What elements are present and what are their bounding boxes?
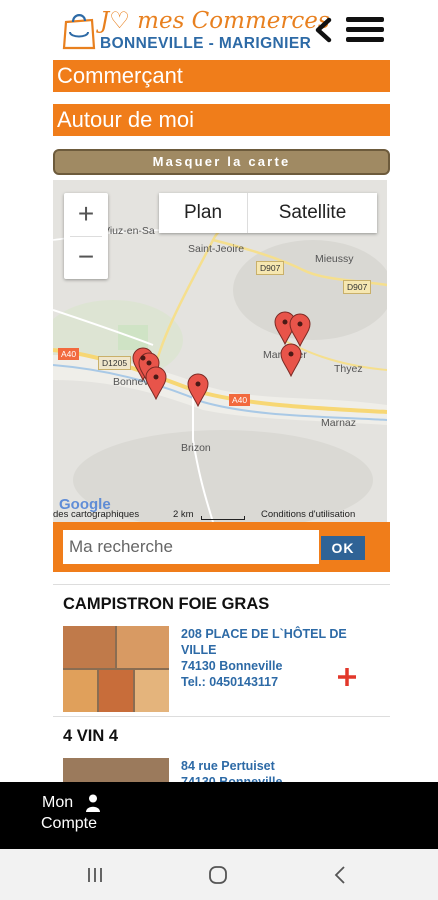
store-address: 208 PLACE DE L`HÔTEL DE VILLE 74130 Bonn… — [181, 626, 347, 690]
logo-title: J♡ mes Commerces — [100, 8, 330, 34]
zoom-out-button[interactable]: − — [64, 236, 108, 279]
zoom-in-button[interactable]: + — [64, 193, 108, 236]
store-thumbnail[interactable] — [63, 626, 169, 712]
system-navigation-bar — [0, 849, 438, 900]
map-view[interactable]: Viuz-en-Sa Saint-Jeoire Mieussy Bonnevil… — [53, 180, 387, 522]
chevron-left-icon[interactable] — [312, 16, 334, 44]
account-label-2[interactable]: Compte — [41, 815, 97, 833]
map-type-plan-button[interactable]: Plan — [159, 193, 247, 233]
map-marker — [289, 313, 311, 347]
map-type-control: Plan Satellite — [159, 193, 377, 233]
map-scale-bar — [201, 516, 245, 520]
around-me-button[interactable]: Autour de moi — [53, 104, 390, 136]
search-ok-button[interactable]: OK — [321, 536, 365, 560]
home-icon[interactable] — [208, 865, 228, 885]
zoom-control: + − — [64, 193, 108, 279]
store-phone[interactable]: Tel.: 0450143117 — [181, 674, 347, 690]
logo-subtitle: BONNEVILLE - MARIGNIER — [100, 35, 312, 52]
back-icon[interactable] — [333, 865, 347, 885]
store-city: 74130 Bonneville — [181, 659, 283, 673]
store-address-line1: 208 PLACE DE L`HÔTEL DE — [181, 627, 347, 641]
store-address-line1: 84 rue Pertuiset — [181, 759, 275, 773]
store-name[interactable]: 4 VIN 4 — [63, 727, 118, 746]
divider — [53, 716, 390, 717]
map-type-satellite-button[interactable]: Satellite — [248, 193, 377, 233]
store-thumbnail[interactable] — [63, 758, 169, 782]
store-address-line2: VILLE — [181, 643, 217, 657]
map-marker — [145, 366, 167, 400]
user-icon[interactable] — [86, 794, 100, 812]
recent-apps-icon[interactable] — [86, 866, 104, 884]
map-scale-label: 2 km — [173, 509, 194, 520]
map-footer: des cartographiques 2 km Conditions d'ut… — [53, 508, 387, 522]
account-label[interactable]: Mon — [42, 794, 73, 812]
divider — [53, 584, 390, 585]
map-marker — [187, 373, 209, 407]
merchant-button[interactable]: Commerçant — [53, 60, 390, 92]
search-input[interactable] — [63, 530, 319, 564]
search-bar: OK — [53, 522, 390, 572]
shopping-bag-icon — [62, 14, 96, 50]
plus-icon[interactable] — [336, 666, 358, 688]
hide-map-button[interactable]: Masquer la carte — [53, 149, 390, 175]
map-data-credit: des cartographiques — [53, 509, 140, 520]
map-marker — [280, 343, 302, 377]
hamburger-menu-icon[interactable] — [346, 15, 384, 45]
store-name[interactable]: CAMPISTRON FOIE GRAS — [63, 595, 269, 614]
app-logo[interactable]: J♡ mes Commerces BONNEVILLE - MARIGNIER — [62, 6, 330, 56]
map-terms-link[interactable]: Conditions d'utilisation — [261, 509, 355, 520]
